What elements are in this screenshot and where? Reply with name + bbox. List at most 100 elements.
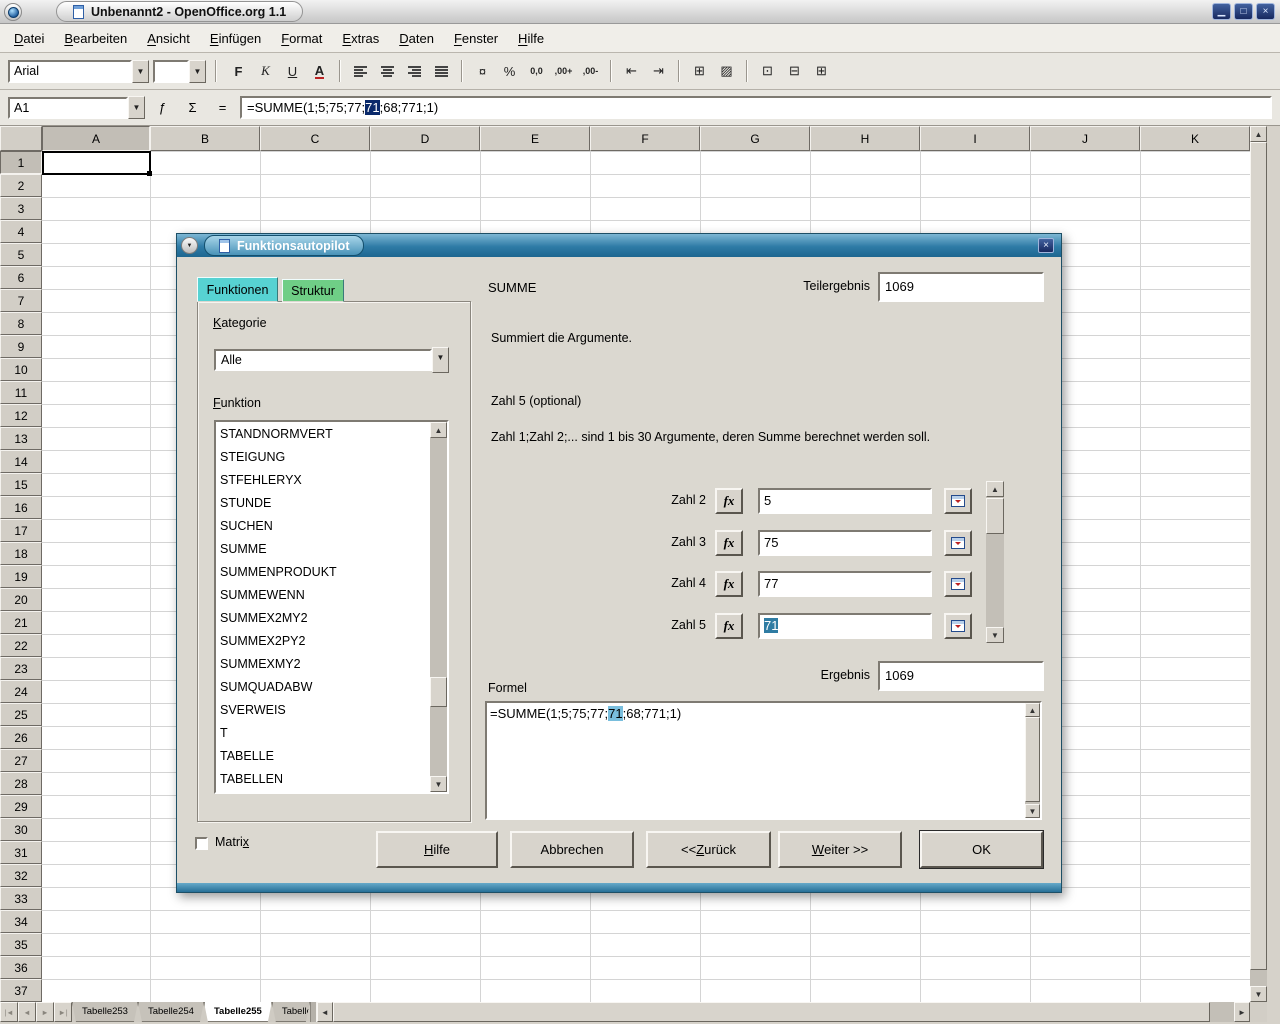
menu-ansicht[interactable]: Ansicht [137, 28, 200, 49]
menu-format[interactable]: Format [271, 28, 332, 49]
menu-extras[interactable]: Extras [332, 28, 389, 49]
scroll-right-button[interactable]: ► [1234, 1002, 1250, 1022]
arguments-scrollbar[interactable]: ▲ ▼ [986, 481, 1004, 643]
borders-button[interactable]: ⊞ [687, 59, 712, 84]
previous-sheet-button[interactable]: ◄ [18, 1002, 36, 1022]
function-item-summenprodukt[interactable]: SUMMENPRODUKT [216, 562, 430, 585]
add-decimal-button[interactable]: ,00+ [551, 59, 576, 84]
row-header-35[interactable]: 35 [0, 933, 42, 956]
function-autopilot-button[interactable]: ƒ [150, 96, 175, 119]
font-size-combo[interactable]: ▼ [153, 60, 206, 83]
row-header-14[interactable]: 14 [0, 450, 42, 473]
function-item-t[interactable]: T [216, 723, 430, 746]
decrease-indent-button[interactable]: ⇤ [619, 59, 644, 84]
argument-input-zahl-5[interactable]: 71 [758, 613, 932, 639]
column-header-b[interactable]: B [150, 126, 260, 151]
align-left-button[interactable] [348, 59, 373, 84]
column-header-e[interactable]: E [480, 126, 590, 151]
vertical-scrollbar-thumb[interactable] [1250, 142, 1267, 970]
function-item-tabellen[interactable]: TABELLEN [216, 769, 430, 792]
hilfe-button[interactable]: Hilfe [376, 831, 498, 868]
scroll-up-button[interactable]: ▲ [1250, 126, 1267, 142]
window-menu-button[interactable] [4, 3, 22, 21]
row-header-24[interactable]: 24 [0, 680, 42, 703]
row-header-10[interactable]: 10 [0, 358, 42, 381]
row-header-36[interactable]: 36 [0, 956, 42, 979]
row-header-32[interactable]: 32 [0, 864, 42, 887]
increase-indent-button[interactable]: ⇥ [646, 59, 671, 84]
function-item-sverweis[interactable]: SVERWEIS [216, 700, 430, 723]
column-header-c[interactable]: C [260, 126, 370, 151]
row-header-29[interactable]: 29 [0, 795, 42, 818]
function-item-steigung[interactable]: STEIGUNG [216, 447, 430, 470]
cell-reference-value[interactable]: A1 [8, 97, 128, 119]
row-header-15[interactable]: 15 [0, 473, 42, 496]
row-header-4[interactable]: 4 [0, 220, 42, 243]
formula-textarea[interactable]: =SUMME(1;5;75;77;71;68;771;1) ▲ ▼ [485, 701, 1042, 820]
tab-funktionen[interactable]: Funktionen [197, 277, 278, 302]
row-header-12[interactable]: 12 [0, 404, 42, 427]
function-item-suchen[interactable]: SUCHEN [216, 516, 430, 539]
zurck-button[interactable]: << Zurück [646, 831, 771, 868]
vertical-scrollbar[interactable]: ▲ ▼ [1250, 126, 1267, 1002]
row-header-11[interactable]: 11 [0, 381, 42, 404]
row-header-34[interactable]: 34 [0, 910, 42, 933]
dialog-shade-button[interactable]: ▼ [181, 237, 198, 254]
row-header-22[interactable]: 22 [0, 634, 42, 657]
sheet-tab-tabelle253[interactable]: Tabelle253 [72, 1002, 138, 1022]
shrink-button[interactable] [944, 571, 972, 597]
row-header-26[interactable]: 26 [0, 726, 42, 749]
list-scrollbar-thumb[interactable] [430, 677, 447, 707]
row-header-3[interactable]: 3 [0, 197, 42, 220]
weiter-button[interactable]: Weiter >> [778, 831, 902, 868]
scroll-down-button[interactable]: ▼ [1250, 986, 1267, 1002]
menu-daten[interactable]: Daten [389, 28, 444, 49]
row-header-27[interactable]: 27 [0, 749, 42, 772]
dialog-titlebar[interactable]: ▼ Funktionsautopilot × [177, 234, 1061, 257]
function-item-summex2py2[interactable]: SUMMEX2PY2 [216, 631, 430, 654]
row-header-23[interactable]: 23 [0, 657, 42, 680]
argument-input-zahl-3[interactable]: 75 [758, 530, 932, 556]
row-header-19[interactable]: 19 [0, 565, 42, 588]
number-standard-button[interactable]: 0,0 [524, 59, 549, 84]
align-right-button[interactable] [402, 59, 427, 84]
row-header-17[interactable]: 17 [0, 519, 42, 542]
menu-hilfe[interactable]: Hilfe [508, 28, 554, 49]
formula-textarea-scrollbar[interactable]: ▲ ▼ [1025, 703, 1040, 818]
fx-button[interactable]: fx [715, 571, 743, 597]
dialog-close-button[interactable]: × [1038, 238, 1054, 253]
scroll-up-button[interactable]: ▲ [430, 422, 447, 438]
row-header-5[interactable]: 5 [0, 243, 42, 266]
arguments-scrollbar-thumb[interactable] [986, 498, 1004, 534]
font-size-dropdown-icon[interactable]: ▼ [189, 60, 206, 83]
ok-button[interactable]: OK [920, 831, 1043, 868]
function-item-summewenn[interactable]: SUMMEWENN [216, 585, 430, 608]
function-item-summe[interactable]: SUMME [216, 539, 430, 562]
scroll-down-button[interactable]: ▼ [1025, 804, 1040, 818]
function-item-tabelle[interactable]: TABELLE [216, 746, 430, 769]
category-combo[interactable]: Alle ▼ [214, 347, 449, 373]
formula-input[interactable]: =SUMME(1;5;75;77;71;68;771;1) [240, 96, 1272, 119]
align-center-button[interactable] [375, 59, 400, 84]
underline-button[interactable]: U [280, 59, 305, 84]
sheet-tab-tabelle[interactable]: Tabelle [272, 1002, 310, 1022]
function-list-scrollbar[interactable]: ▲ ▼ [430, 422, 447, 792]
column-header-a[interactable]: A [42, 126, 150, 151]
category-dropdown-icon[interactable]: ▼ [432, 347, 449, 373]
row-header-25[interactable]: 25 [0, 703, 42, 726]
tab-scroll-splitter[interactable] [310, 1002, 317, 1022]
show-draw-functions-button[interactable]: ⊟ [782, 59, 807, 84]
maximize-button[interactable]: □ [1234, 3, 1253, 20]
cell-reference-dropdown-icon[interactable]: ▼ [128, 96, 145, 119]
scroll-up-button[interactable]: ▲ [1025, 703, 1040, 717]
function-item-stfehleryx[interactable]: STFEHLERYX [216, 470, 430, 493]
column-header-d[interactable]: D [370, 126, 480, 151]
column-header-g[interactable]: G [700, 126, 810, 151]
column-header-h[interactable]: H [810, 126, 920, 151]
row-header-13[interactable]: 13 [0, 427, 42, 450]
row-header-37[interactable]: 37 [0, 979, 42, 1002]
align-justify-button[interactable] [429, 59, 454, 84]
column-header-k[interactable]: K [1140, 126, 1250, 151]
shrink-button[interactable] [944, 613, 972, 639]
minimize-button[interactable]: ▁ [1212, 3, 1231, 20]
